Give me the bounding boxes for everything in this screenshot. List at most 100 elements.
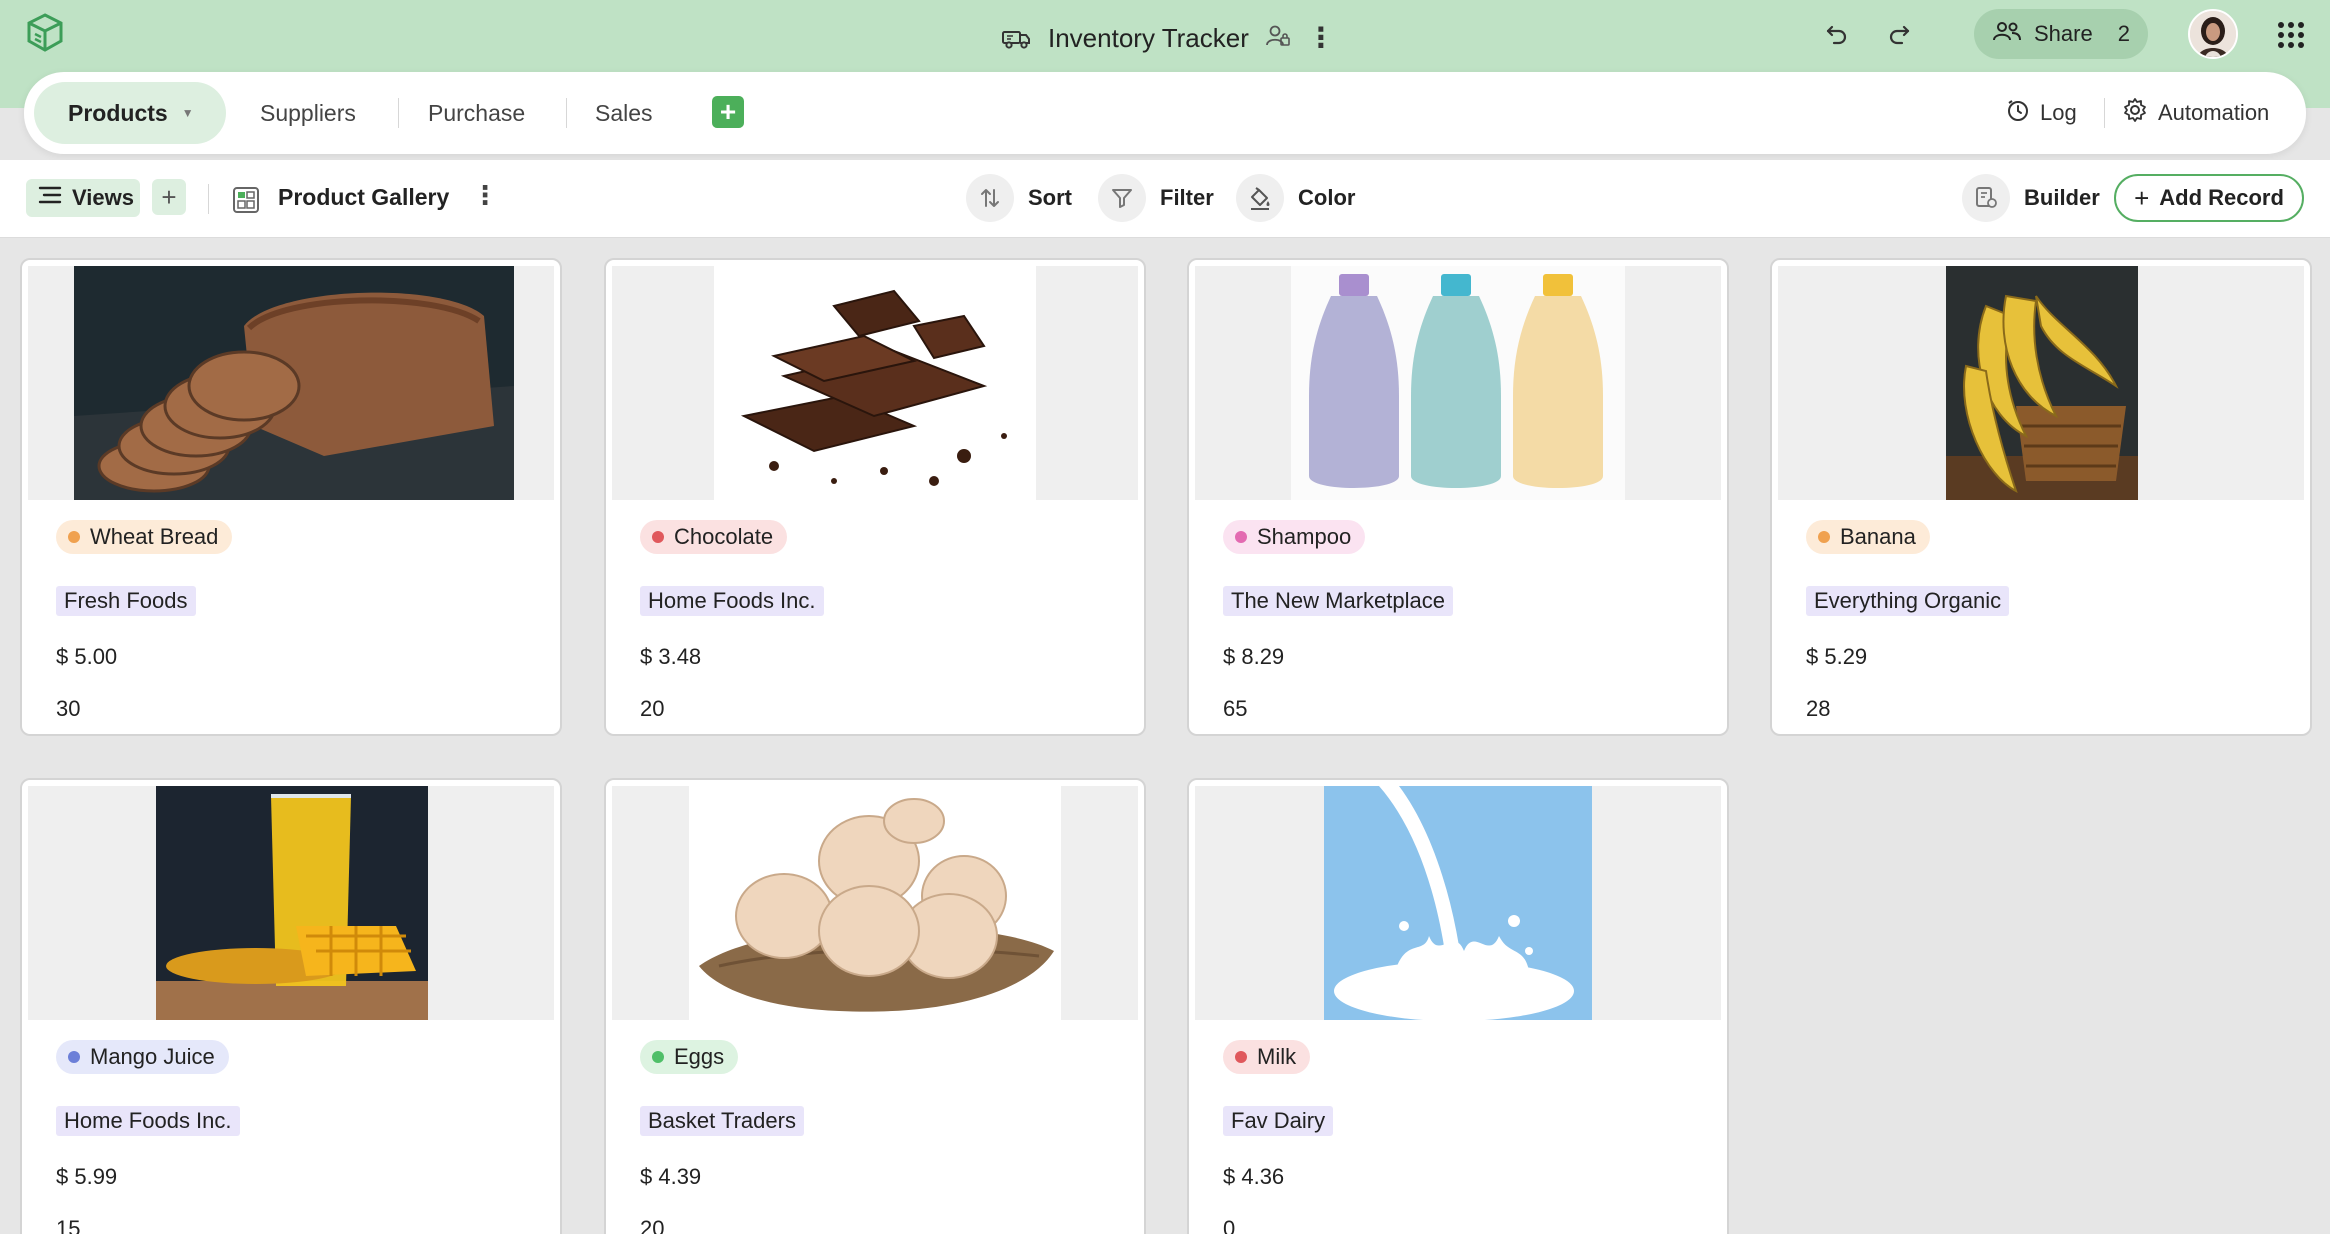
sort-button[interactable]: Sort [966,174,1072,222]
status-dot [652,1051,664,1063]
color-button[interactable]: Color [1236,174,1355,222]
eggs-image [689,786,1061,1020]
truck-icon [1000,22,1032,54]
product-name: Milk [1257,1044,1297,1069]
filter-label: Filter [1160,185,1214,210]
tab-label: Products [68,99,168,126]
product-card[interactable]: Banana Everything Organic $ 5.29 28 [1770,258,2312,736]
product-price: $ 5.00 [56,644,118,669]
filter-button[interactable]: Filter [1098,174,1214,222]
product-name-chip: Mango Juice [56,1040,229,1074]
product-price: $ 5.29 [1806,644,1868,669]
supplier-tag: Fresh Foods [56,586,196,616]
share-label: Share [2034,21,2093,46]
add-record-button[interactable]: + Add Record [2114,174,2304,222]
views-button[interactable]: Views [26,179,140,217]
product-quantity: 20 [640,1216,665,1234]
sort-arrows-icon [966,174,1014,222]
tab-products[interactable]: Products ▼ [34,82,226,144]
tab-divider [2104,98,2105,128]
view-name[interactable]: Product Gallery [278,184,449,211]
app-title[interactable]: Inventory Tracker [1048,23,1249,54]
product-quantity: 28 [1806,696,1831,721]
log-label: Log [2040,100,2077,125]
color-label: Color [1298,185,1356,210]
supplier-tag: Everything Organic [1806,586,2010,616]
title-menu-icon[interactable]: ⋮ [1307,24,1335,52]
product-image [612,266,1138,500]
status-dot [68,531,80,543]
product-quantity: 65 [1223,696,1248,721]
log-button[interactable]: Log [2006,94,2077,132]
gear-icon [2122,97,2148,129]
builder-button[interactable]: Builder [1962,174,2100,222]
product-card[interactable]: Shampoo The New Marketplace $ 8.29 65 [1187,258,1729,736]
tab-label: Suppliers [260,99,356,126]
view-menu-icon[interactable]: ⋮ [472,180,498,211]
tab-purchase[interactable]: Purchase [428,82,525,144]
product-quantity: 15 [56,1216,81,1234]
product-image [1778,266,2304,500]
redo-icon[interactable] [1880,16,1918,54]
tab-divider [566,98,567,128]
builder-label: Builder [2024,185,2100,210]
product-image [1195,266,1721,500]
undo-icon[interactable] [1818,16,1856,54]
product-quantity: 0 [1223,1216,1236,1234]
supplier-tag: Home Foods Inc. [640,586,824,616]
user-lock-icon[interactable] [1265,23,1291,54]
toolbar-divider [208,184,209,214]
product-name-chip: Chocolate [640,520,788,554]
builder-icon [1962,174,2010,222]
menu-lines-icon [38,185,62,211]
paint-bucket-icon [1236,174,1284,222]
grid-dots-icon[interactable] [2276,20,2306,50]
status-dot [68,1051,80,1063]
tab-sales[interactable]: Sales [595,82,653,144]
supplier-tag: Basket Traders [640,1106,804,1136]
supplier-tag: Home Foods Inc. [56,1106,240,1136]
product-name: Mango Juice [90,1044,215,1069]
product-image [1195,786,1721,1020]
add-record-label: Add Record [2159,185,2284,210]
product-price: $ 8.29 [1223,644,1285,669]
product-name: Chocolate [674,524,774,549]
tab-suppliers[interactable]: Suppliers [260,82,356,144]
product-card[interactable]: Mango Juice Home Foods Inc. $ 5.99 15 [20,778,562,1234]
product-image [612,786,1138,1020]
product-name: Banana [1840,524,1916,549]
product-name: Wheat Bread [90,524,219,549]
product-name-chip: Shampoo [1223,520,1366,554]
product-price: $ 5.99 [56,1164,118,1189]
funnel-icon [1098,174,1146,222]
table-tabs-bar: Products ▼ Suppliers Purchase Sales + Lo… [24,72,2306,154]
add-table-button[interactable]: + [712,96,744,128]
clock-icon [2006,98,2030,128]
product-price: $ 4.39 [640,1164,702,1189]
product-card[interactable]: Eggs Basket Traders $ 4.39 20 [604,778,1146,1234]
share-button[interactable]: Share 2 [1974,9,2148,59]
status-dot [652,531,664,543]
product-card[interactable]: Wheat Bread Fresh Foods $ 5.00 30 [20,258,562,736]
product-gallery: Wheat Bread Fresh Foods $ 5.00 30 Chocol… [0,238,2330,1234]
product-card[interactable]: Milk Fav Dairy $ 4.36 0 [1187,778,1729,1234]
automation-button[interactable]: Automation [2122,94,2269,132]
product-price: $ 4.36 [1223,1164,1285,1189]
chevron-down-icon[interactable]: ▼ [182,106,194,120]
gallery-view-icon [233,187,259,213]
avatar[interactable] [2188,9,2238,59]
tab-divider [398,98,399,128]
product-card[interactable]: Chocolate Home Foods Inc. $ 3.48 20 [604,258,1146,736]
plus-icon: + [2134,182,2150,213]
product-name: Shampoo [1257,524,1352,549]
shampoo-image [1291,266,1625,500]
product-image [28,786,554,1020]
automation-label: Automation [2158,100,2270,125]
add-view-button[interactable]: + [152,179,186,215]
cube-logo-icon[interactable] [24,12,66,54]
bread-image [74,266,514,500]
product-price: $ 3.48 [640,644,702,669]
status-dot [1818,531,1830,543]
users-icon [1992,20,2022,48]
product-name: Eggs [674,1044,725,1069]
